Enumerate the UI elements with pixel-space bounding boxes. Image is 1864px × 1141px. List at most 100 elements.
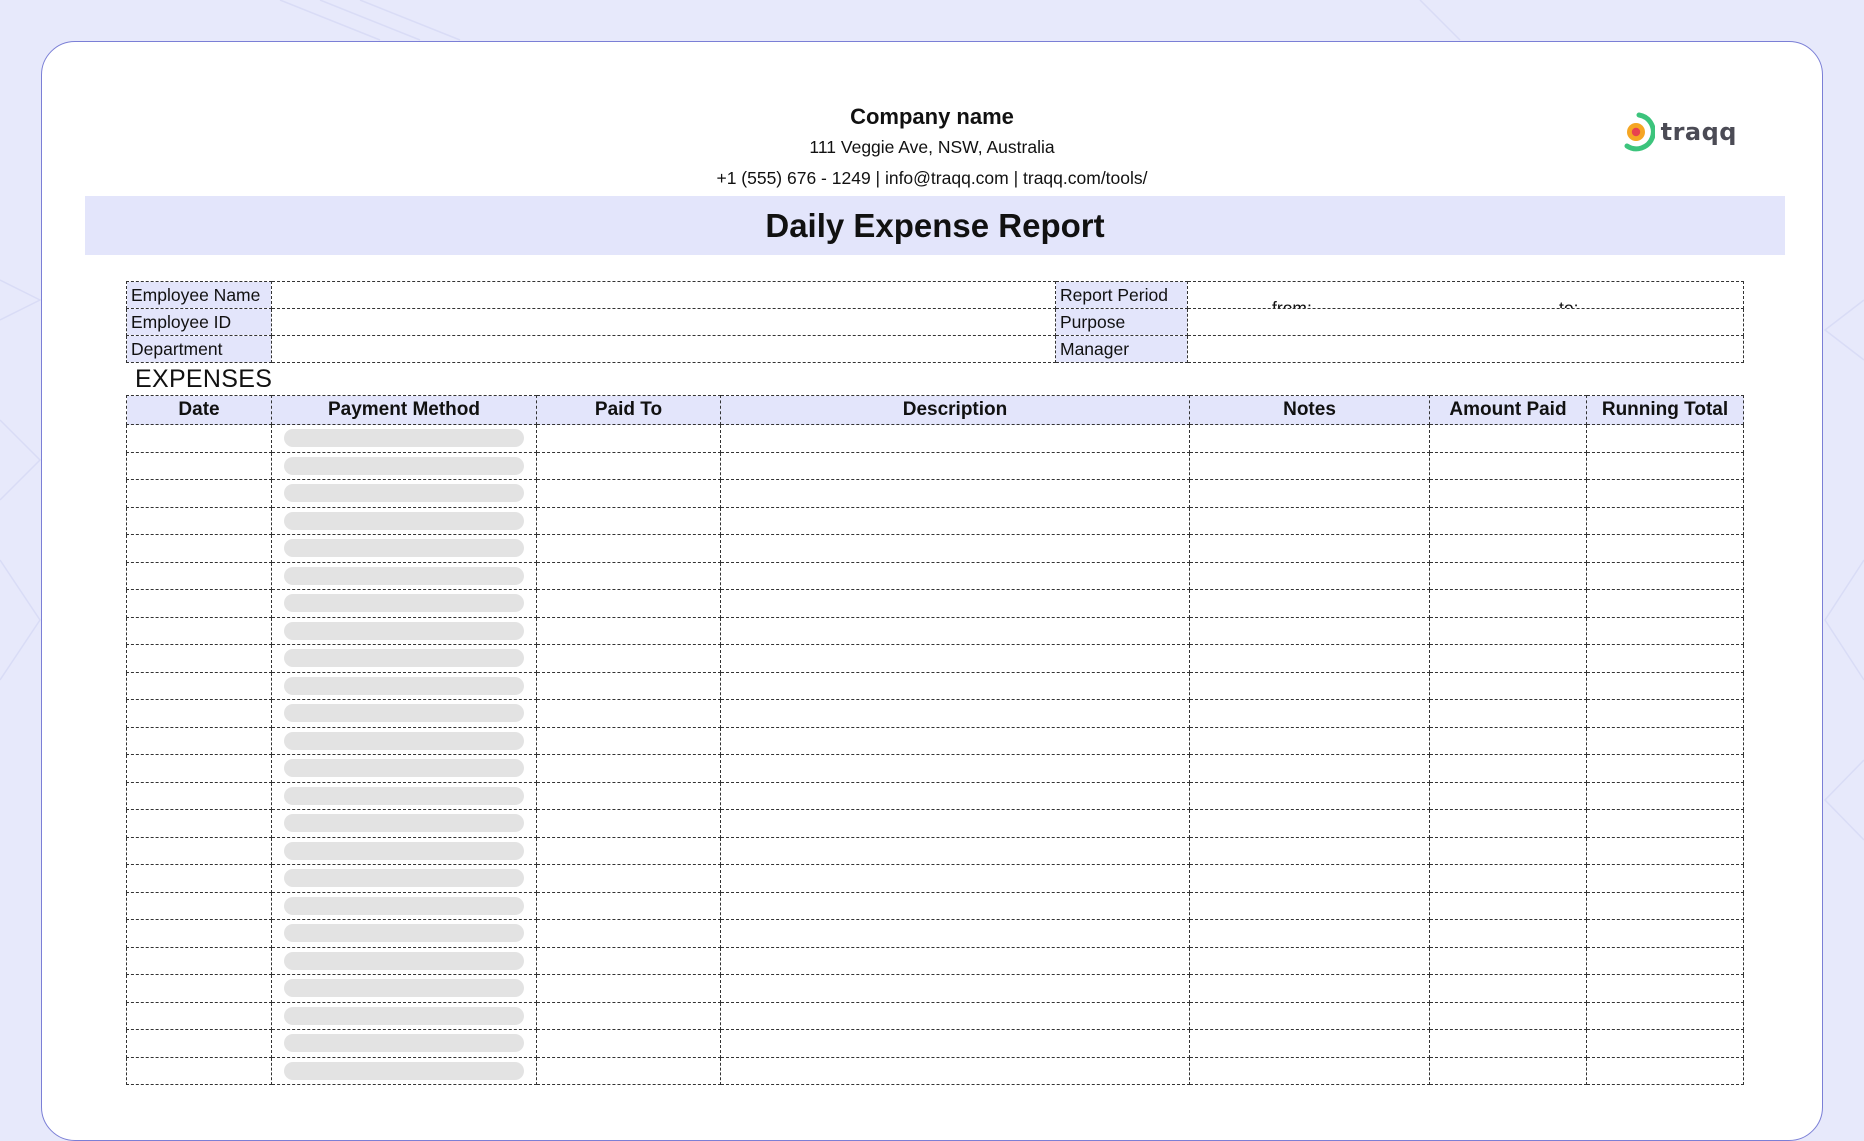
- running-total-cell[interactable]: [1586, 671, 1744, 700]
- amount-paid-cell[interactable]: [1429, 424, 1587, 453]
- running-total-cell[interactable]: [1586, 1001, 1744, 1030]
- notes-cell[interactable]: [1189, 534, 1430, 563]
- running-total-cell[interactable]: [1586, 589, 1744, 618]
- running-total-cell[interactable]: [1586, 1029, 1744, 1058]
- notes-cell[interactable]: [1189, 451, 1430, 480]
- description-cell[interactable]: [720, 919, 1190, 948]
- payment-method-select[interactable]: [284, 731, 524, 750]
- payment-method-select[interactable]: [284, 786, 524, 805]
- payment-method-dropdown[interactable]: [271, 534, 537, 563]
- notes-cell[interactable]: [1189, 644, 1430, 673]
- paid-to-cell[interactable]: [536, 726, 721, 755]
- payment-method-select[interactable]: [284, 704, 524, 723]
- payment-method-dropdown[interactable]: [271, 809, 537, 838]
- description-cell[interactable]: [720, 451, 1190, 480]
- payment-method-select[interactable]: [284, 1034, 524, 1053]
- amount-paid-cell[interactable]: [1429, 506, 1587, 535]
- payment-method-select[interactable]: [284, 676, 524, 695]
- payment-method-dropdown[interactable]: [271, 864, 537, 893]
- payment-method-dropdown[interactable]: [271, 699, 537, 728]
- date-cell[interactable]: [126, 946, 272, 975]
- description-cell[interactable]: [720, 616, 1190, 645]
- running-total-cell[interactable]: [1586, 754, 1744, 783]
- payment-method-select[interactable]: [284, 924, 524, 943]
- payment-method-select[interactable]: [284, 896, 524, 915]
- amount-paid-cell[interactable]: [1429, 974, 1587, 1003]
- employee-id-field[interactable]: [271, 308, 1056, 336]
- notes-cell[interactable]: [1189, 836, 1430, 865]
- payment-method-select[interactable]: [284, 951, 524, 970]
- running-total-cell[interactable]: [1586, 506, 1744, 535]
- running-total-cell[interactable]: [1586, 424, 1744, 453]
- notes-cell[interactable]: [1189, 726, 1430, 755]
- payment-method-select[interactable]: [284, 566, 524, 585]
- description-cell[interactable]: [720, 1001, 1190, 1030]
- notes-cell[interactable]: [1189, 671, 1430, 700]
- running-total-cell[interactable]: [1586, 946, 1744, 975]
- description-cell[interactable]: [720, 891, 1190, 920]
- date-cell[interactable]: [126, 451, 272, 480]
- paid-to-cell[interactable]: [536, 451, 721, 480]
- date-cell[interactable]: [126, 699, 272, 728]
- running-total-cell[interactable]: [1586, 726, 1744, 755]
- payment-method-select[interactable]: [284, 1006, 524, 1025]
- payment-method-select[interactable]: [284, 539, 524, 558]
- notes-cell[interactable]: [1189, 754, 1430, 783]
- payment-method-select[interactable]: [284, 511, 524, 530]
- amount-paid-cell[interactable]: [1429, 699, 1587, 728]
- date-cell[interactable]: [126, 1001, 272, 1030]
- paid-to-cell[interactable]: [536, 589, 721, 618]
- payment-method-select[interactable]: [284, 456, 524, 475]
- amount-paid-cell[interactable]: [1429, 919, 1587, 948]
- notes-cell[interactable]: [1189, 616, 1430, 645]
- paid-to-cell[interactable]: [536, 1056, 721, 1085]
- payment-method-dropdown[interactable]: [271, 754, 537, 783]
- amount-paid-cell[interactable]: [1429, 1029, 1587, 1058]
- payment-method-select[interactable]: [284, 814, 524, 833]
- payment-method-dropdown[interactable]: [271, 616, 537, 645]
- payment-method-select[interactable]: [284, 429, 524, 448]
- running-total-cell[interactable]: [1586, 781, 1744, 810]
- department-field[interactable]: [271, 335, 1056, 363]
- paid-to-cell[interactable]: [536, 809, 721, 838]
- payment-method-dropdown[interactable]: [271, 506, 537, 535]
- paid-to-cell[interactable]: [536, 781, 721, 810]
- date-cell[interactable]: [126, 589, 272, 618]
- paid-to-cell[interactable]: [536, 671, 721, 700]
- date-cell[interactable]: [126, 479, 272, 508]
- amount-paid-cell[interactable]: [1429, 616, 1587, 645]
- description-cell[interactable]: [720, 864, 1190, 893]
- amount-paid-cell[interactable]: [1429, 479, 1587, 508]
- payment-method-select[interactable]: [284, 979, 524, 998]
- amount-paid-cell[interactable]: [1429, 836, 1587, 865]
- payment-method-dropdown[interactable]: [271, 781, 537, 810]
- notes-cell[interactable]: [1189, 1029, 1430, 1058]
- description-cell[interactable]: [720, 644, 1190, 673]
- date-cell[interactable]: [126, 836, 272, 865]
- amount-paid-cell[interactable]: [1429, 534, 1587, 563]
- date-cell[interactable]: [126, 754, 272, 783]
- notes-cell[interactable]: [1189, 864, 1430, 893]
- notes-cell[interactable]: [1189, 506, 1430, 535]
- paid-to-cell[interactable]: [536, 1029, 721, 1058]
- date-cell[interactable]: [126, 1029, 272, 1058]
- paid-to-cell[interactable]: [536, 534, 721, 563]
- running-total-cell[interactable]: [1586, 479, 1744, 508]
- paid-to-cell[interactable]: [536, 644, 721, 673]
- notes-cell[interactable]: [1189, 919, 1430, 948]
- payment-method-dropdown[interactable]: [271, 946, 537, 975]
- date-cell[interactable]: [126, 671, 272, 700]
- paid-to-cell[interactable]: [536, 1001, 721, 1030]
- payment-method-dropdown[interactable]: [271, 919, 537, 948]
- payment-method-dropdown[interactable]: [271, 891, 537, 920]
- date-cell[interactable]: [126, 534, 272, 563]
- payment-method-select[interactable]: [284, 759, 524, 778]
- description-cell[interactable]: [720, 974, 1190, 1003]
- date-cell[interactable]: [126, 616, 272, 645]
- running-total-cell[interactable]: [1586, 699, 1744, 728]
- payment-method-dropdown[interactable]: [271, 1029, 537, 1058]
- purpose-field[interactable]: [1187, 308, 1744, 336]
- description-cell[interactable]: [720, 534, 1190, 563]
- description-cell[interactable]: [720, 1029, 1190, 1058]
- running-total-cell[interactable]: [1586, 561, 1744, 590]
